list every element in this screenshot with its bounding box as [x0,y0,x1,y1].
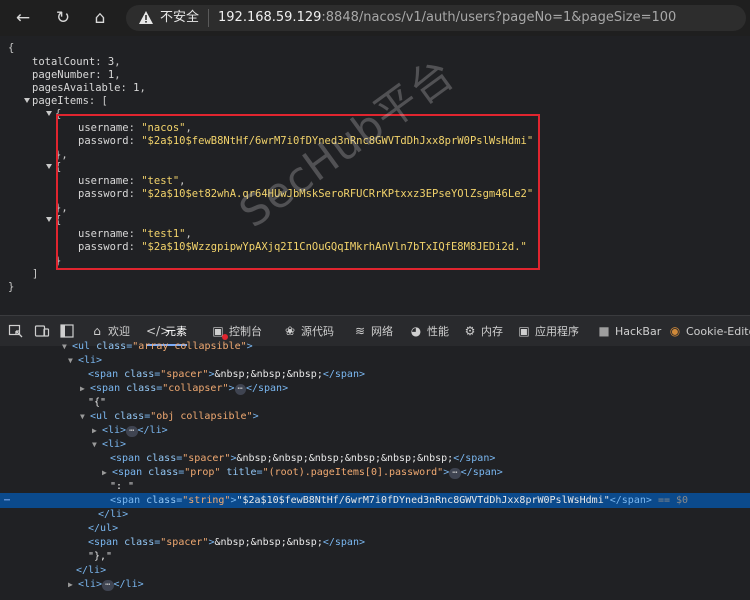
dom-node[interactable]: </li> [0,563,750,578]
dom-node[interactable]: <span class="spacer">&nbsp;&nbsp;&nbsp;<… [0,367,750,382]
json-viewer: { totalCount: 3, pageNumber: 1, pagesAva… [0,36,750,306]
dom-node[interactable]: "}," [0,549,750,564]
selected-suffix: == $0 [657,495,689,506]
dock-side-icon[interactable] [60,323,74,339]
url-text[interactable]: 192.168.59.129:8848/nacos/v1/auth/users?… [218,8,676,28]
dom-node[interactable]: ▶ <li> ⋯ </li> [0,577,750,592]
tab-label: Cookie-Editor [686,325,750,338]
browser-toolbar: ← ↻ ⌂ 不安全 192.168.59.129:8848/nacos/v1/a… [0,0,750,37]
dom-node[interactable]: </li> [0,507,750,522]
dom-node[interactable]: ▶ <li> ⋯ </li> [0,423,750,438]
dom-node[interactable]: ": " [0,479,750,494]
tab-label: 内存 [481,325,503,338]
json-value: 1 [107,69,115,81]
dom-node[interactable]: </ul> [0,521,750,536]
tab-label: 源代码 [301,325,334,338]
dom-node[interactable]: "{" [0,395,750,410]
inspect-element-icon[interactable] [8,323,24,339]
root-title: (root).pageItems[0].password [268,467,438,478]
collapse-toggle-icon[interactable] [24,98,30,103]
tab-label: 元素 [165,325,187,338]
json-key: pageItems [32,95,89,107]
back-arrow-icon[interactable]: ← [12,7,34,29]
dom-node[interactable]: <span class="spacer">&nbsp;&nbsp;&nbsp;&… [0,451,750,466]
url-path: :8848/nacos/v1/auth/users?pageNo=1&pageS… [321,10,677,25]
tab-label: HackBar [615,325,662,338]
collapse-toggle-icon[interactable] [46,217,52,222]
dom-node[interactable]: ▼ <li> [0,437,750,452]
dom-node[interactable]: ▼ <ul class="array collapsible"> [0,339,750,354]
url-host: 192.168.59.129 [218,10,322,25]
tab-label: 网络 [371,325,393,338]
url-separator [208,9,209,27]
json-open-brace: { [8,42,15,54]
json-line-pageitems: pageItems: [ [32,95,108,107]
dom-node[interactable]: <span class="spacer">&nbsp;&nbsp;&nbsp;<… [0,535,750,550]
json-line-totalcount: totalCount: 3, [32,56,121,68]
tab-label: 应用程序 [535,325,579,338]
selected-password-text: "$2a$10$fewB8NtHf/6wrM7i0fDYned3nRnc8GWV… [236,495,610,506]
highlight-box [56,114,540,270]
tab-label: 欢迎 [108,325,130,338]
reload-icon[interactable]: ↻ [52,7,74,29]
json-line-pagesavailable: pagesAvailable: 1, [32,82,146,94]
collapse-toggle-icon[interactable] [46,111,52,116]
tab-label: 性能 [427,325,449,338]
device-toggle-icon[interactable] [34,323,50,339]
dom-node[interactable]: ▶ <span class="collapser"> ⋯ </span> [0,381,750,396]
tab-label: 控制台 [229,325,262,338]
json-close-brace: } [8,281,15,293]
json-key: totalCount [32,56,96,68]
address-bar[interactable]: 不安全 192.168.59.129:8848/nacos/v1/auth/us… [126,5,746,31]
dom-tree: ▼ <ul class="array collapsible"> ▼ <li> <s… [0,341,750,600]
json-value: 1 [133,82,140,94]
json-line-pagenumber: pageNumber: 1, [32,69,121,81]
json-value: 3 [107,56,115,68]
dom-node[interactable]: ▶ <span class="prop" title="(root).pageIt… [0,465,750,480]
json-key: pageNumber [32,69,96,81]
dom-node[interactable]: ▼ <li> [0,353,750,368]
dom-node-selected[interactable]: ⋯ <span class="string">"$2a$10$fewB8NtHf/… [0,493,750,508]
warning-icon [139,11,153,24]
json-array-close: ] [32,268,39,280]
insecure-label: 不安全 [160,10,200,25]
dom-node[interactable]: ▼ <ul class="obj collapsible"> [0,409,750,424]
json-key: pagesAvailable [32,82,121,94]
collapse-toggle-icon[interactable] [46,164,52,169]
home-icon[interactable]: ⌂ [89,7,111,29]
